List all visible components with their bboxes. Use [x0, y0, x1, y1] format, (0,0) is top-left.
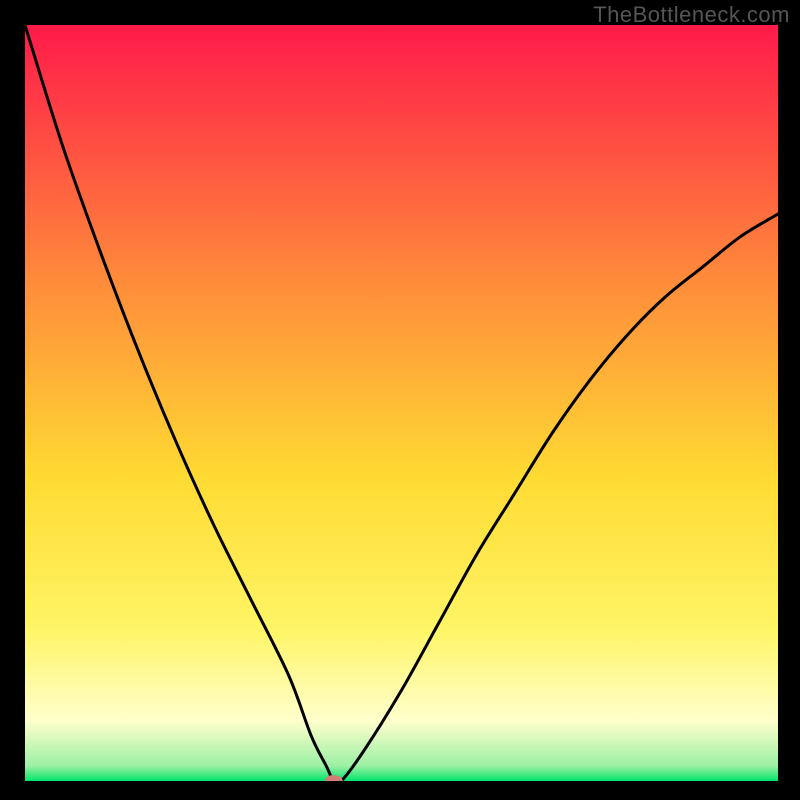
watermark-text: TheBottleneck.com	[593, 2, 790, 28]
bottleneck-chart	[0, 0, 800, 800]
optimum-marker	[325, 775, 343, 787]
gradient-background	[25, 25, 778, 781]
chart-frame: TheBottleneck.com	[0, 0, 800, 800]
